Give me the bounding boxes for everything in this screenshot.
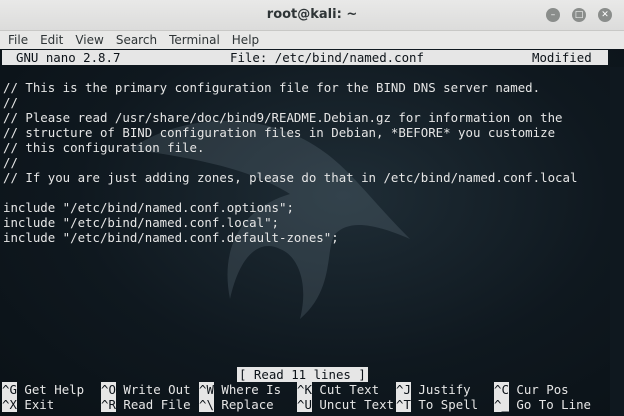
shortcut-label: Where Is: [221, 382, 282, 397]
shortcut-uncut-text[interactable]: ^U Uncut Text: [297, 397, 394, 412]
shortcut-key: ^J: [396, 382, 411, 397]
nano-version: GNU nano 2.8.7: [16, 50, 121, 65]
shortcut-label: To Spell: [418, 397, 479, 412]
shortcut-where-is[interactable]: ^W Where Is: [199, 382, 281, 397]
menu-help[interactable]: Help: [232, 33, 259, 47]
shortcut-cur-pos[interactable]: ^C Cur Pos: [494, 382, 569, 397]
editor-line[interactable]: //: [3, 95, 18, 110]
title-bar: root@kali: ~ – □ ✕: [0, 0, 624, 31]
shortcut-to-spell[interactable]: ^T To Spell: [396, 397, 478, 412]
shortcut-exit[interactable]: ^X Exit: [2, 397, 54, 412]
menu-terminal[interactable]: Terminal: [169, 33, 220, 47]
shortcut-key: ^K: [297, 382, 312, 397]
shortcut-label: Justify: [418, 382, 471, 397]
shortcut-key: ^T: [396, 397, 411, 412]
close-icon[interactable]: ✕: [598, 8, 612, 22]
shortcut-label: Exit: [24, 397, 55, 412]
shortcut-replace[interactable]: ^\ Replace: [199, 397, 274, 412]
menu-bar: File Edit View Search Terminal Help: [0, 31, 624, 49]
editor-line[interactable]: include "/etc/bind/named.conf.local";: [3, 215, 279, 230]
editor-line[interactable]: include "/etc/bind/named.conf.options";: [3, 200, 294, 215]
shortcut-key: ^_: [494, 397, 509, 412]
shortcut-label: Go To Line: [516, 397, 591, 412]
shortcut-label: Replace: [221, 397, 274, 412]
editor-line[interactable]: // This is the primary configuration fil…: [3, 80, 540, 95]
shortcut-label: Cur Pos: [516, 382, 569, 397]
shortcut-go-to-line[interactable]: ^_ Go To Line: [494, 397, 591, 412]
minimize-icon[interactable]: –: [546, 8, 560, 22]
nano-status-bar: GNU nano 2.8.7 File: /etc/bind/named.con…: [2, 50, 608, 65]
shortcut-key: ^W: [199, 382, 214, 397]
shortcut-label: Uncut Text: [319, 397, 394, 412]
terminal-area[interactable]: GNU nano 2.8.7 File: /etc/bind/named.con…: [0, 49, 624, 416]
maximize-icon[interactable]: □: [572, 8, 586, 22]
nano-filename: File: /etc/bind/named.conf: [230, 50, 424, 65]
shortcut-cut-text[interactable]: ^K Cut Text: [297, 382, 379, 397]
menu-search[interactable]: Search: [116, 33, 157, 47]
editor-line[interactable]: //: [3, 155, 18, 170]
shortcut-key: ^C: [494, 382, 509, 397]
shortcut-read-file[interactable]: ^R Read File: [101, 397, 191, 412]
editor-line[interactable]: // this configuration file.: [3, 140, 204, 155]
window-title: root@kali: ~: [266, 7, 358, 22]
shortcut-key: ^G: [2, 382, 17, 397]
menu-file[interactable]: File: [8, 33, 28, 47]
shortcut-label: Read File: [123, 397, 191, 412]
shortcut-justify[interactable]: ^J Justify: [396, 382, 471, 397]
editor-line[interactable]: include "/etc/bind/named.conf.default-zo…: [3, 230, 339, 245]
shortcut-key: ^R: [101, 397, 116, 412]
shortcut-get-help[interactable]: ^G Get Help: [2, 382, 84, 397]
shortcut-key: ^X: [2, 397, 17, 412]
shortcut-label: Write Out: [123, 382, 191, 397]
editor-line[interactable]: // structure of BIND configuration files…: [3, 125, 555, 140]
editor-line[interactable]: // If you are just adding zones, please …: [3, 170, 577, 185]
editor-line[interactable]: // Please read /usr/share/doc/bind9/READ…: [3, 110, 563, 125]
nano-message: [ Read 11 lines ]: [237, 367, 368, 382]
shortcut-label: Cut Text: [319, 382, 380, 397]
shortcut-key: ^U: [297, 397, 312, 412]
shortcut-key: ^\: [199, 397, 214, 412]
shortcut-write-out[interactable]: ^O Write Out: [101, 382, 191, 397]
scrollbar[interactable]: [610, 67, 624, 416]
shortcut-label: Get Help: [24, 382, 85, 397]
menu-edit[interactable]: Edit: [40, 33, 63, 47]
shortcut-key: ^O: [101, 382, 116, 397]
nano-modified-flag: Modified: [532, 50, 592, 65]
menu-view[interactable]: View: [75, 33, 103, 47]
